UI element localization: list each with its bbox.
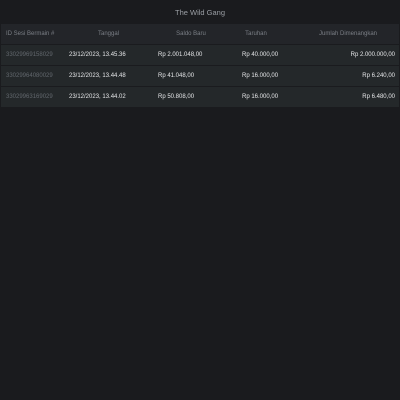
column-header-bet: Taruhan (245, 31, 267, 37)
table-row[interactable]: 33029964080029 23/12/2023, 13.44.48 Rp 4… (1, 65, 399, 86)
session-win: Rp 6.480,00 (362, 94, 395, 100)
session-date: 23/12/2023, 13.44.02 (69, 94, 126, 100)
session-date: 23/12/2023, 13.44.48 (69, 73, 126, 79)
table-row[interactable]: 33029963169029 23/12/2023, 13.44.02 Rp 5… (1, 86, 399, 107)
column-header-win: Jumlah Dimenangkan (318, 31, 378, 37)
column-header-id: ID Sesi Bermain # (6, 31, 55, 37)
session-win: Rp 6.240,00 (362, 73, 395, 79)
session-win: Rp 2.000.000,00 (350, 52, 395, 58)
session-id: 33029969158029 (6, 52, 53, 58)
game-title: The Wild Gang (174, 7, 226, 17)
header: The Wild Gang (0, 0, 400, 24)
session-id: 33029964080029 (6, 73, 53, 79)
session-date: 23/12/2023, 13.45.36 (69, 52, 126, 58)
history-table: ID Sesi Bermain # Tanggal Saldo Baru Tar… (1, 24, 399, 107)
table-row[interactable]: 33029969158029 23/12/2023, 13.45.36 Rp 2… (1, 44, 399, 65)
table-header-row: ID Sesi Bermain # Tanggal Saldo Baru Tar… (1, 24, 399, 44)
game-history-page: The Wild Gang ID Sesi Bermain # Tanggal … (0, 0, 400, 400)
session-id: 33029963169029 (6, 94, 53, 100)
